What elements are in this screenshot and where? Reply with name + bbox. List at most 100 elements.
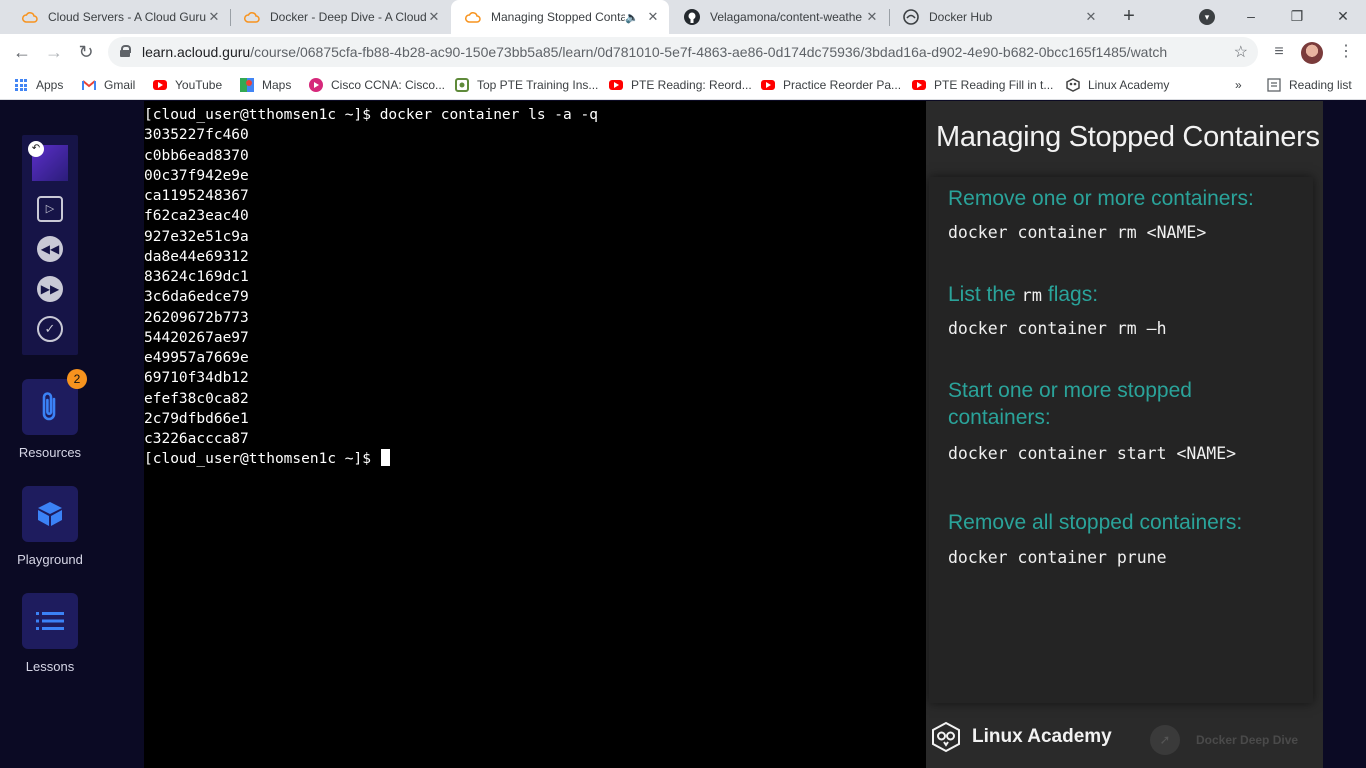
tab-github-velagamona[interactable]: Velagamona/content-weathe ✕ <box>670 0 888 34</box>
pte-icon <box>455 78 469 92</box>
youtube-icon <box>912 78 926 92</box>
fast-forward-icon: ▶▶ <box>37 276 63 302</box>
course-name: Docker Deep Dive <box>1196 733 1299 747</box>
course-player-page: ↶ ▷ ◀◀ ▶▶ ✓ 2 Resources Playground Lesso… <box>0 101 1366 768</box>
rewind-button[interactable]: ◀◀ <box>36 235 64 263</box>
course-thumbnail[interactable]: ↶ <box>28 141 68 181</box>
back-arrow-icon[interactable]: ← <box>8 38 36 66</box>
tab-docker-deep-dive[interactable]: Docker - Deep Dive - A Cloud ✕ <box>230 0 450 34</box>
bookmark-star-icon[interactable]: ☆ <box>1234 42 1248 62</box>
terminal-video-frame[interactable]: [cloud_user@tthomsen1c ~]$ docker contai… <box>144 101 926 768</box>
bookmarks-bar: Apps Gmail YouTube Maps Cisco CCNA: Cisc… <box>0 70 1366 100</box>
lessons-label: Lessons <box>25 659 75 674</box>
bookmark-youtube[interactable]: YouTube <box>153 76 222 94</box>
bookmark-practice-reorder[interactable]: Practice Reorder Pa... <box>761 76 901 94</box>
apps-grid-icon <box>14 78 28 92</box>
bookmark-apps[interactable]: Apps <box>14 76 63 94</box>
bookmark-top-pte[interactable]: Top PTE Training Ins... <box>455 76 598 94</box>
resources-button[interactable] <box>22 379 78 435</box>
container-id: efef38c0ca82 <box>144 390 249 407</box>
bookmark-linux-academy[interactable]: Linux Academy <box>1066 76 1169 94</box>
owl-logo-icon <box>932 721 960 753</box>
tab-managing-stopped-containers[interactable]: Managing Stopped Conta 🔈 ✕ <box>451 0 669 34</box>
list-icon <box>36 612 64 630</box>
speaker-icon[interactable]: 🔈 <box>625 11 639 24</box>
container-id: f62ca23eac40 <box>144 208 249 225</box>
tab-title: Managing Stopped Conta <box>491 10 626 24</box>
reload-icon[interactable]: ↻ <box>72 38 100 66</box>
close-tab-icon[interactable]: ✕ <box>426 9 442 25</box>
tab-docker-hub[interactable]: Docker Hub ✕ <box>889 0 1107 34</box>
tab-search-icon[interactable]: ▾ <box>1199 9 1215 25</box>
slide-code: docker container rm –h <box>948 319 1167 338</box>
maps-icon <box>240 78 254 92</box>
container-id: c3226accca87 <box>144 431 249 447</box>
linux-academy-logo: Linux Academy <box>930 721 1112 753</box>
terminal-prompt-line: [cloud_user@tthomsen1c ~]$ <box>144 449 926 469</box>
back-to-course-icon[interactable]: ↶ <box>28 141 44 157</box>
bookmark-pte-reading-fill[interactable]: PTE Reading Fill in t... <box>912 76 1053 94</box>
container-id: 2c79dfbd66e1 <box>144 410 249 427</box>
container-id: 00c37f942e9e <box>144 167 249 184</box>
acg-cloud-icon <box>244 9 260 25</box>
tab-title: Velagamona/content-weathe <box>710 10 863 24</box>
playground-button[interactable] <box>22 486 78 542</box>
lock-icon[interactable] <box>120 45 131 57</box>
acg-cloud-icon <box>465 9 481 25</box>
checkmark-icon: ✓ <box>37 316 63 342</box>
slide-title: Managing Stopped Containers <box>936 121 1320 153</box>
bookmark-gmail[interactable]: Gmail <box>82 76 135 94</box>
close-tab-icon[interactable]: ✕ <box>645 9 661 25</box>
reading-list-button[interactable]: Reading list <box>1267 76 1352 94</box>
url-text[interactable]: learn.acloud.guru/course/06875cfa-fb88-4… <box>142 44 1167 60</box>
container-id: 927e32e51c9a <box>144 228 249 245</box>
linux-academy-icon <box>1066 78 1080 92</box>
toggle-panel-button[interactable]: ▷ <box>36 195 64 223</box>
slide-code: docker container prune <box>948 548 1167 567</box>
resources-label: Resources <box>18 445 82 460</box>
tab-title: Docker - Deep Dive - A Cloud <box>270 10 426 24</box>
maximize-button[interactable]: ❐ <box>1274 0 1320 34</box>
brand-name: Linux Academy <box>972 726 1112 747</box>
docker-hub-icon <box>903 9 919 25</box>
container-id: ca1195248367 <box>144 188 249 204</box>
new-tab-button[interactable]: + <box>1117 4 1141 28</box>
kebab-menu-icon[interactable]: ⋮ <box>1332 38 1360 66</box>
player-controls: ↶ ▷ ◀◀ ▶▶ ✓ <box>22 135 78 355</box>
reading-list-icon <box>1267 78 1281 92</box>
container-id: c0bb6ead8370 <box>144 147 249 164</box>
bookmark-cisco-ccna[interactable]: Cisco CCNA: Cisco... <box>309 76 445 94</box>
bookmarks-overflow-button[interactable]: » <box>1235 76 1242 94</box>
forward-arrow-icon[interactable]: → <box>40 38 68 66</box>
terminal-cursor <box>380 449 390 467</box>
profile-avatar[interactable] <box>1301 42 1323 64</box>
playground-label: Playground <box>17 552 83 567</box>
mark-complete-button[interactable]: ✓ <box>36 315 64 343</box>
tab-title: Docker Hub <box>929 10 993 24</box>
container-id: 83624c169dc1 <box>144 269 249 285</box>
slide-content-card: Remove one or more containers: docker co… <box>929 177 1313 703</box>
rewind-icon: ◀◀ <box>37 236 63 262</box>
lessons-button[interactable] <box>22 593 78 649</box>
side-panel-icon: ▷ <box>37 196 63 222</box>
close-tab-icon[interactable]: ✕ <box>206 9 222 25</box>
terminal-prompt: [cloud_user@tthomsen1c ~]$ <box>144 451 380 468</box>
media-queue-icon[interactable]: ≡ <box>1265 38 1293 66</box>
bookmark-pte-reading-reorder[interactable]: PTE Reading: Reord... <box>609 76 752 94</box>
right-margin <box>1323 101 1366 768</box>
close-tab-icon[interactable]: ✕ <box>864 9 880 25</box>
cube-icon <box>38 502 62 526</box>
tab-cloud-servers[interactable]: Cloud Servers - A Cloud Guru ✕ <box>8 0 230 34</box>
address-bar[interactable]: learn.acloud.guru/course/06875cfa-fb88-4… <box>108 37 1258 67</box>
paperclip-icon <box>42 392 56 421</box>
fast-forward-button[interactable]: ▶▶ <box>36 275 64 303</box>
tab-title: Cloud Servers - A Cloud Guru <box>48 10 206 24</box>
youtube-icon <box>761 78 775 92</box>
close-tab-icon[interactable]: ✕ <box>1083 9 1099 25</box>
container-id: 69710f34db12 <box>144 370 249 387</box>
slide-code: docker container start <NAME> <box>948 444 1237 463</box>
close-window-button[interactable]: ✕ <box>1320 0 1366 34</box>
minimize-button[interactable]: – <box>1228 0 1274 34</box>
github-icon <box>684 9 700 25</box>
bookmark-maps[interactable]: Maps <box>240 76 291 94</box>
